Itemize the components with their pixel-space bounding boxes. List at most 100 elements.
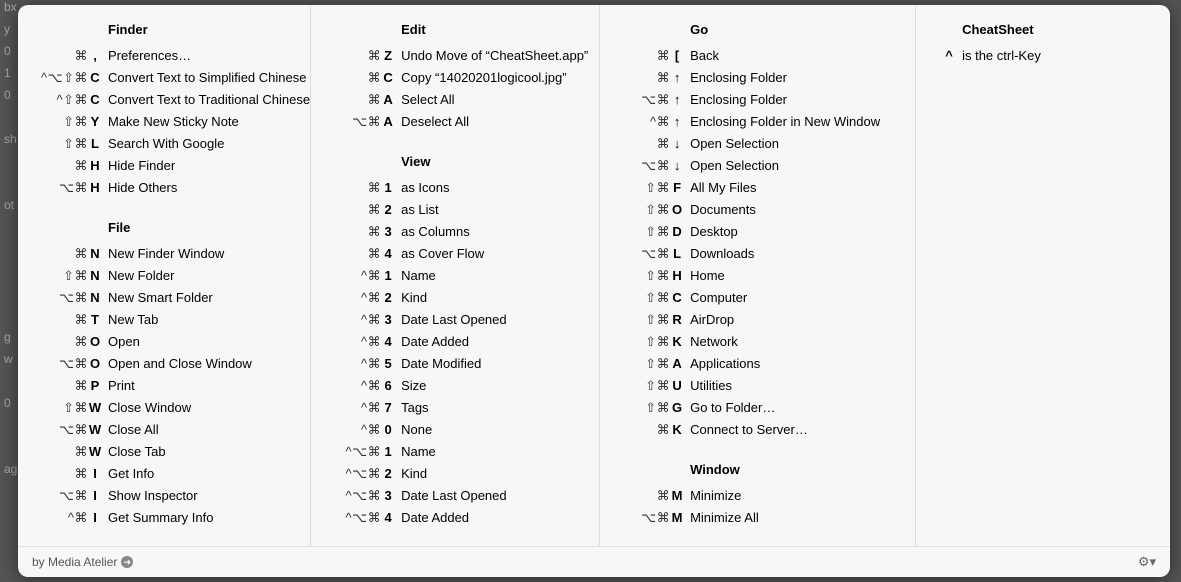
shortcut-row[interactable]: ⌘ZUndo Move of “CheatSheet.app” <box>311 45 599 67</box>
shortcut-row[interactable]: ^⌥⇧⌘CConvert Text to Simplified Chinese <box>18 67 310 89</box>
shortcut-row[interactable]: ⇧⌘AApplications <box>600 353 915 375</box>
shortcut-row[interactable]: ^⌘0None <box>311 419 599 441</box>
shortcut-row[interactable]: ⇧⌘CComputer <box>600 287 915 309</box>
modifier-keys: ⌘ <box>600 419 670 441</box>
modifier-keys: ⇧⌘ <box>600 265 670 287</box>
shortcut-row[interactable]: ⌘3as Columns <box>311 221 599 243</box>
shortcut-row[interactable]: ⇧⌘WClose Window <box>18 397 310 419</box>
shortcut-label: None <box>395 419 432 441</box>
shortcut-row[interactable]: ⌘ASelect All <box>311 89 599 111</box>
shortcut-row[interactable]: ⌘OOpen <box>18 331 310 353</box>
column-3: CheatSheet^is the ctrl-Key <box>916 5 1170 546</box>
key-letter: A <box>381 89 395 111</box>
shortcut-row[interactable]: ⇧⌘FAll My Files <box>600 177 915 199</box>
key-letter: R <box>670 309 684 331</box>
shortcut-row[interactable]: ⌥⌘MMinimize All <box>600 507 915 529</box>
shortcut-row[interactable]: ⌘2as List <box>311 199 599 221</box>
key-letter: C <box>381 67 395 89</box>
key-letter: I <box>88 485 102 507</box>
shortcut-row[interactable]: ⇧⌘RAirDrop <box>600 309 915 331</box>
shortcut-row[interactable]: ^⌘IGet Summary Info <box>18 507 310 529</box>
shortcut-row[interactable]: ^⌥⌘3Date Last Opened <box>311 485 599 507</box>
key-letter: O <box>88 331 102 353</box>
key-letter: [ <box>670 45 684 67</box>
shortcut-label: Open and Close Window <box>102 353 252 375</box>
modifier-keys: ⌥⌘ <box>600 507 670 529</box>
shortcut-label: Downloads <box>684 243 754 265</box>
shortcut-row[interactable]: ⇧⌘DDesktop <box>600 221 915 243</box>
shortcut-row[interactable]: ⌘1as Icons <box>311 177 599 199</box>
shortcut-row[interactable]: ^⌥⌘1Name <box>311 441 599 463</box>
modifier-keys: ⌥⌘ <box>18 419 88 441</box>
shortcut-row[interactable]: ⌥⌘↑Enclosing Folder <box>600 89 915 111</box>
shortcut-row[interactable]: ^⌘3Date Last Opened <box>311 309 599 331</box>
key-letter: 3 <box>381 485 395 507</box>
key-letter: P <box>88 375 102 397</box>
column-0: Finder⌘,Preferences…^⌥⇧⌘CConvert Text to… <box>18 5 311 546</box>
shortcut-row[interactable]: ⌘↑Enclosing Folder <box>600 67 915 89</box>
shortcut-label: Show Inspector <box>102 485 198 507</box>
shortcut-row[interactable]: ⌘4as Cover Flow <box>311 243 599 265</box>
shortcut-row[interactable]: ^⌥⌘2Kind <box>311 463 599 485</box>
shortcut-row[interactable]: ⇧⌘HHome <box>600 265 915 287</box>
modifier-keys: ^⌘ <box>311 375 381 397</box>
shortcut-row[interactable]: ⌥⌘↓Open Selection <box>600 155 915 177</box>
shortcut-label: as Icons <box>395 177 449 199</box>
shortcut-row[interactable]: ⌥⌘WClose All <box>18 419 310 441</box>
shortcut-row[interactable]: ^is the ctrl-Key <box>916 45 1170 67</box>
shortcut-label: Connect to Server… <box>684 419 808 441</box>
shortcut-row[interactable]: ⌘IGet Info <box>18 463 310 485</box>
modifier-keys: ⌘ <box>18 441 88 463</box>
modifier-keys: ⌘ <box>18 309 88 331</box>
shortcut-row[interactable]: ^⌘5Date Modified <box>311 353 599 375</box>
gear-icon[interactable]: ⚙▾ <box>1138 554 1156 570</box>
shortcut-label: Hide Others <box>102 177 177 199</box>
shortcut-label: Date Last Opened <box>395 485 507 507</box>
shortcut-row[interactable]: ⌘[Back <box>600 45 915 67</box>
shortcut-row[interactable]: ⌥⌘HHide Others <box>18 177 310 199</box>
key-letter: I <box>88 463 102 485</box>
shortcut-row[interactable]: ⇧⌘LSearch With Google <box>18 133 310 155</box>
shortcut-row[interactable]: ⌥⌘ADeselect All <box>311 111 599 133</box>
shortcut-row[interactable]: ⌘,Preferences… <box>18 45 310 67</box>
shortcut-row[interactable]: ⌘NNew Finder Window <box>18 243 310 265</box>
shortcut-row[interactable]: ⇧⌘GGo to Folder… <box>600 397 915 419</box>
modifier-keys: ⇧⌘ <box>600 221 670 243</box>
shortcut-row[interactable]: ⌘WClose Tab <box>18 441 310 463</box>
key-letter: D <box>670 221 684 243</box>
shortcut-row[interactable]: ⌘MMinimize <box>600 485 915 507</box>
link-arrow-icon[interactable]: ➜ <box>121 556 133 568</box>
modifier-keys: ^⌘ <box>600 111 670 133</box>
shortcut-row[interactable]: ^⌘2Kind <box>311 287 599 309</box>
shortcut-label: Hide Finder <box>102 155 175 177</box>
shortcut-row[interactable]: ⇧⌘KNetwork <box>600 331 915 353</box>
shortcut-label: Convert Text to Traditional Chinese <box>102 89 310 111</box>
shortcut-row[interactable]: ⇧⌘ODocuments <box>600 199 915 221</box>
shortcut-row[interactable]: ⌘PPrint <box>18 375 310 397</box>
credit-link[interactable]: by Media Atelier <box>32 555 117 569</box>
shortcut-row[interactable]: ⌘CCopy “14020201logicool.jpg” <box>311 67 599 89</box>
shortcut-row[interactable]: ⇧⌘YMake New Sticky Note <box>18 111 310 133</box>
shortcut-row[interactable]: ⇧⌘UUtilities <box>600 375 915 397</box>
shortcut-row[interactable]: ⇧⌘NNew Folder <box>18 265 310 287</box>
shortcut-row[interactable]: ⌥⌘IShow Inspector <box>18 485 310 507</box>
shortcut-row[interactable]: ^⌘1Name <box>311 265 599 287</box>
shortcut-row[interactable]: ⌘↓Open Selection <box>600 133 915 155</box>
shortcut-row[interactable]: ⌥⌘LDownloads <box>600 243 915 265</box>
shortcut-row[interactable]: ^⌘6Size <box>311 375 599 397</box>
shortcut-row[interactable]: ^⌘7Tags <box>311 397 599 419</box>
shortcut-row[interactable]: ^⌘4Date Added <box>311 331 599 353</box>
modifier-keys: ⌘ <box>18 331 88 353</box>
shortcut-row[interactable]: ⌥⌘NNew Smart Folder <box>18 287 310 309</box>
shortcut-row[interactable]: ⌥⌘OOpen and Close Window <box>18 353 310 375</box>
modifier-keys: ^⌘ <box>311 419 381 441</box>
shortcut-row[interactable]: ⌘HHide Finder <box>18 155 310 177</box>
shortcut-row[interactable]: ⌘KConnect to Server… <box>600 419 915 441</box>
shortcut-row[interactable]: ⌘TNew Tab <box>18 309 310 331</box>
modifier-keys: ⇧⌘ <box>600 375 670 397</box>
shortcut-row[interactable]: ^⌘↑Enclosing Folder in New Window <box>600 111 915 133</box>
shortcut-row[interactable]: ^⌥⌘4Date Added <box>311 507 599 529</box>
key-letter: H <box>88 177 102 199</box>
shortcut-label: Go to Folder… <box>684 397 775 419</box>
shortcut-row[interactable]: ^⇧⌘CConvert Text to Traditional Chinese <box>18 89 310 111</box>
